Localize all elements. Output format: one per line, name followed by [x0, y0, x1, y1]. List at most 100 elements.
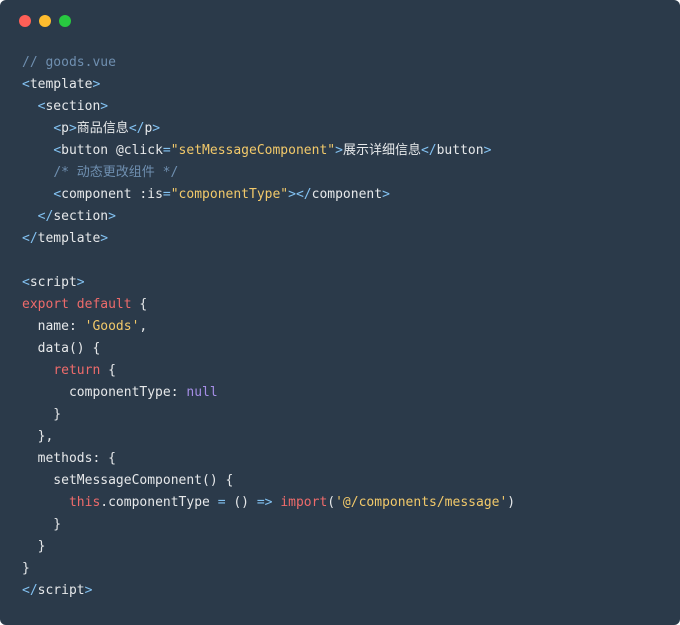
code-token: 'Goods'	[84, 319, 140, 334]
code-token: =	[162, 187, 171, 202]
code-token: >	[483, 143, 492, 158]
code-token: </	[37, 209, 54, 224]
code-token: component	[311, 187, 383, 202]
code-line: <script>	[22, 272, 515, 294]
code-line: }	[22, 536, 515, 558]
code-line: <component :is="componentType"></compone…	[22, 184, 515, 206]
code-token: name:	[22, 319, 85, 334]
minimize-window-button[interactable]	[39, 15, 51, 27]
code-token: }	[22, 517, 62, 532]
code-token: import	[280, 495, 328, 510]
code-token: {	[100, 363, 116, 378]
code-line: methods: {	[22, 448, 515, 470]
code-line: </script>	[22, 580, 515, 602]
code-token: ()	[225, 495, 257, 510]
code-line: this.componentType = () => import('@/com…	[22, 492, 515, 514]
code-token: export	[22, 297, 69, 312]
code-token: 展示详细信息	[342, 143, 421, 158]
code-token: button	[436, 143, 484, 158]
code-token: >	[382, 187, 390, 202]
code-line: <button @click="setMessageComponent">展示详…	[22, 140, 515, 162]
code-token: componentType:	[22, 385, 187, 400]
maximize-window-button[interactable]	[59, 15, 71, 27]
code-line: <section>	[22, 96, 515, 118]
code-line: </section>	[22, 206, 515, 228]
code-line: }	[22, 514, 515, 536]
code-line: data() {	[22, 338, 515, 360]
code-line: }	[22, 404, 515, 426]
code-line: },	[22, 426, 515, 448]
code-line: export default {	[22, 294, 515, 316]
code-token: (	[327, 495, 336, 510]
code-window: // goods.vue <template> <section> <p>商品信息…	[0, 0, 680, 625]
code-line: componentType: null	[22, 382, 515, 404]
code-token: component	[61, 187, 140, 202]
close-window-button[interactable]	[19, 15, 31, 27]
code-line: </template>	[22, 228, 515, 250]
code-block: // goods.vue <template> <section> <p>商品信息…	[22, 52, 515, 602]
code-line: }	[22, 558, 515, 580]
code-token: )	[507, 495, 516, 510]
code-token: data() {	[22, 341, 101, 356]
code-token: script	[37, 583, 85, 598]
code-token: <	[53, 143, 62, 158]
code-token: }	[22, 539, 46, 554]
code-token: },	[22, 429, 54, 444]
code-token: }	[22, 561, 30, 576]
code-token: >	[68, 121, 77, 136]
code-token: section	[53, 209, 109, 224]
code-token: methods: {	[22, 451, 116, 466]
code-line: name: 'Goods',	[22, 316, 515, 338]
code-token: template	[29, 77, 93, 92]
code-token: {	[131, 297, 148, 312]
code-token: }	[22, 407, 62, 422]
code-token: :is	[139, 187, 163, 202]
code-token: =>	[256, 495, 273, 510]
code-token: button	[61, 143, 116, 158]
window-controls	[19, 15, 71, 27]
code-token: </	[128, 121, 145, 136]
code-token: ></	[288, 187, 312, 202]
code-token: setMessageComponent() {	[22, 473, 234, 488]
code-token: >	[76, 275, 85, 290]
code-token: "componentType"	[170, 187, 289, 202]
code-token: 商品信息	[76, 121, 129, 136]
code-token: </	[22, 583, 38, 598]
code-token: <	[22, 77, 30, 92]
code-token: >	[152, 121, 161, 136]
code-token: </	[22, 231, 38, 246]
code-token: <	[53, 187, 62, 202]
code-token: script	[29, 275, 77, 290]
code-token: <	[22, 275, 30, 290]
code-token: =	[217, 495, 226, 510]
code-token: >	[92, 77, 101, 92]
code-line: /* 动态更改组件 */	[22, 162, 515, 184]
code-token: ,	[139, 319, 148, 334]
code-token: section	[45, 99, 101, 114]
code-token: return	[53, 363, 101, 378]
code-line: <p>商品信息</p>	[22, 118, 515, 140]
code-token: "setMessageComponent"	[170, 143, 336, 158]
code-token: '@/components/message'	[335, 495, 508, 510]
code-line: <template>	[22, 74, 515, 96]
code-token: >	[335, 143, 343, 158]
code-token: >	[100, 231, 109, 246]
code-token: /* 动态更改组件 */	[53, 165, 179, 180]
code-token: .componentType	[100, 495, 218, 510]
code-line: setMessageComponent() {	[22, 470, 515, 492]
code-token: </	[420, 143, 437, 158]
code-token: template	[37, 231, 101, 246]
code-token: >	[100, 99, 109, 114]
code-token: @click	[115, 143, 163, 158]
code-token: null	[186, 385, 218, 400]
code-line: return {	[22, 360, 515, 382]
code-token: default	[76, 297, 132, 312]
